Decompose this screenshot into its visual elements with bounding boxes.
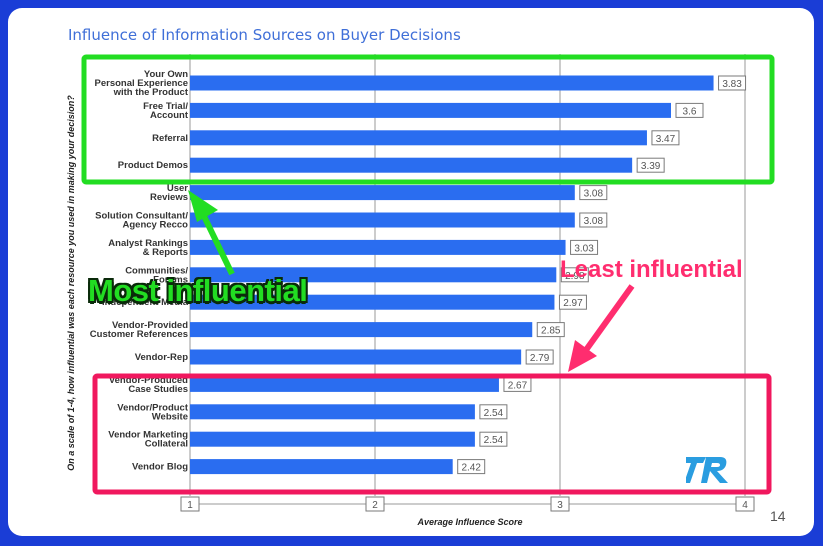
bar-0 <box>190 75 714 91</box>
data-label-14: 2.42 <box>461 463 481 474</box>
bar-11 <box>190 376 499 392</box>
data-label-1: 3.6 <box>683 106 697 117</box>
data-label-8: 2.97 <box>563 298 583 309</box>
green-arrow-icon <box>188 190 235 276</box>
data-label-5: 3.08 <box>584 216 604 227</box>
data-label-10: 2.79 <box>530 353 550 364</box>
category-label-4: User Reviews <box>150 183 188 203</box>
category-label-13: Vendor Marketing Collateral <box>108 430 188 450</box>
y-axis-label: On a scale of 1-4, how influential was e… <box>66 95 76 471</box>
data-label-12: 2.54 <box>484 408 504 419</box>
data-label-0: 3.83 <box>722 79 742 90</box>
tick-label-2: 2 <box>372 500 378 511</box>
tr-logo-icon <box>686 457 728 483</box>
category-label-5: Solution Consultant/Agency Recco <box>95 211 188 231</box>
data-label-2: 3.47 <box>656 134 676 145</box>
bar-10 <box>190 349 522 365</box>
tick-label-1: 1 <box>187 500 193 511</box>
category-labels: Your Own Personal Experience with the Prod… <box>90 69 189 473</box>
category-label-10: Vendor-Rep <box>135 352 189 363</box>
data-label-13: 2.54 <box>484 435 504 446</box>
bar-6 <box>190 239 566 255</box>
data-label-4: 3.08 <box>584 189 604 200</box>
category-label-12: Vendor/Product Website <box>117 402 189 422</box>
x-axis: 1 2 3 4 <box>180 496 755 512</box>
bar-3 <box>190 157 633 173</box>
data-label-11: 2.67 <box>508 380 528 391</box>
x-axis-label: Average Influence Score <box>416 517 522 527</box>
bar-1 <box>190 102 671 118</box>
category-label-2: Referral <box>152 133 188 144</box>
category-label-1: Free Trial/Account <box>143 101 189 121</box>
category-label-3: Product Demos <box>118 160 188 171</box>
tick-label-4: 4 <box>742 500 748 511</box>
category-label-0: Your Own Personal Experience with the Prod… <box>95 69 189 98</box>
least-influential-annotation: Least influential <box>560 256 743 283</box>
bar-2 <box>190 130 647 146</box>
bar-12 <box>190 404 475 420</box>
data-label-9: 2.85 <box>541 326 561 337</box>
bar-4 <box>190 185 575 201</box>
tick-label-3: 3 <box>557 500 563 511</box>
data-label-6: 3.03 <box>574 243 594 254</box>
bar-9 <box>190 322 533 338</box>
category-label-14: Vendor Blog <box>132 462 188 473</box>
bar-13 <box>190 431 475 447</box>
category-label-9: Vendor-Provided Customer References <box>90 320 188 340</box>
most-influential-annotation: Most influential <box>88 273 308 308</box>
data-label-3: 3.39 <box>641 161 661 172</box>
bar-5 <box>190 212 575 228</box>
bar-14 <box>190 459 453 475</box>
category-label-6: Analyst Rankings & Reports <box>108 238 188 258</box>
page-number: 14 <box>770 508 786 524</box>
